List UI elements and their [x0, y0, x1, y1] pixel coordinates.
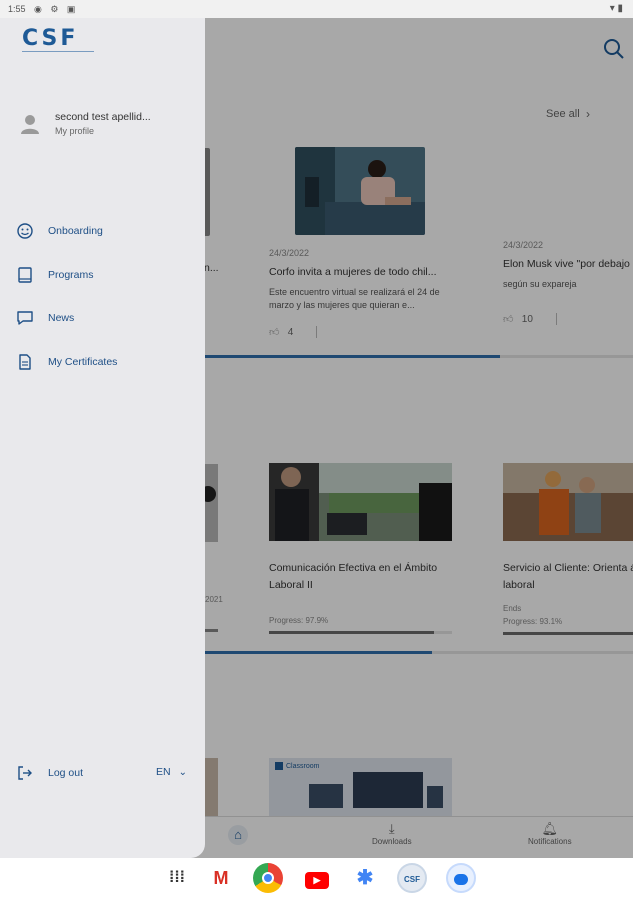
book-icon [18, 267, 32, 283]
photos-icon[interactable]: ✱ [350, 863, 380, 893]
menu-item-onboarding[interactable]: Onboarding [14, 218, 192, 244]
navigation-drawer: CSF second test apellid... My profile On… [0, 18, 205, 858]
logo-text: CSF [22, 26, 79, 51]
csf-app-icon[interactable]: CSF [397, 863, 427, 893]
logout-label: Log out [48, 767, 84, 779]
chat-icon [17, 311, 33, 325]
menu-item-label: Programs [48, 269, 94, 281]
language-selector[interactable]: EN ⌄ [156, 766, 187, 778]
wifi-battery-icons: ▾ ▮ [609, 3, 623, 14]
chevron-down-icon: ⌄ [178, 767, 187, 778]
chrome-icon[interactable] [253, 863, 283, 893]
logo-tagline [22, 51, 94, 53]
apps-grid-icon[interactable]: ⁞⁞⁞ [162, 863, 192, 893]
smiley-icon [17, 223, 33, 239]
menu-item-programs[interactable]: Programs [14, 262, 192, 288]
status-notification-icons: ◉ ⚙ ▣ [34, 4, 79, 14]
menu-item-label: My Certificates [48, 356, 118, 368]
gmail-icon[interactable]: M [206, 863, 236, 893]
csf-logo: CSF [22, 28, 94, 53]
menu-item-label: News [48, 312, 75, 324]
avatar-icon [21, 115, 39, 134]
messages-icon[interactable] [446, 863, 476, 893]
status-bar: 1:55 ◉ ⚙ ▣ ▾ ▮ [0, 0, 633, 18]
document-icon [19, 354, 31, 370]
profile-entry[interactable]: second test apellid... My profile [16, 108, 196, 142]
user-name: second test apellid... [55, 111, 151, 123]
system-dock: ⁞⁞⁞ M ▶ ✱ CSF [0, 858, 633, 900]
menu-item-news[interactable]: News [14, 305, 192, 331]
youtube-icon[interactable]: ▶ [302, 863, 332, 893]
status-time: 1:55 [8, 4, 26, 14]
language-value: EN [156, 766, 171, 778]
menu-item-certificates[interactable]: My Certificates [14, 349, 192, 375]
logout-icon [18, 766, 32, 780]
menu-item-label: Onboarding [48, 225, 103, 237]
my-profile-link: My profile [55, 126, 95, 136]
